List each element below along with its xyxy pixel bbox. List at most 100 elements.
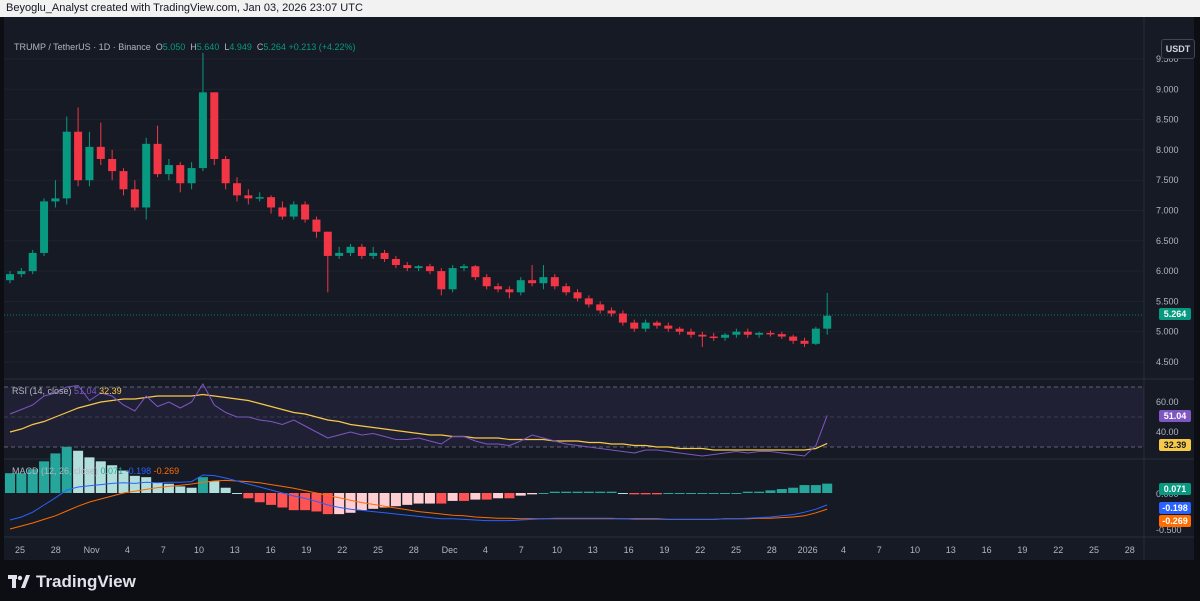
change-value: +0.213 (+4.22%) — [288, 42, 356, 52]
macd-hist-bar — [731, 493, 742, 494]
time-tick-label: Nov — [84, 545, 101, 555]
candle-body — [425, 266, 434, 272]
time-tick-label: 2026 — [798, 545, 818, 555]
candle-body — [777, 334, 786, 337]
candle-body — [823, 315, 832, 329]
price-tick-label: 8.000 — [1156, 145, 1179, 155]
price-grid — [4, 58, 1144, 363]
macd-hist-bar — [368, 493, 379, 509]
candle-body — [607, 310, 616, 314]
price-tick-label: 5.000 — [1156, 327, 1179, 337]
time-tick-label: 28 — [1125, 545, 1135, 555]
macd-legend[interactable]: MACD (12, 26, close) 0.071 -0.198 -0.269 — [12, 466, 179, 476]
chart-canvas[interactable]: 9.5009.0008.5008.0007.5007.0006.5006.000… — [4, 17, 1194, 560]
candle-body — [40, 201, 49, 253]
candle-body — [414, 266, 423, 269]
time-tick-label: 19 — [1017, 545, 1027, 555]
candle-body — [732, 331, 741, 335]
candle-body — [448, 268, 457, 290]
currency-button[interactable]: USDT — [1161, 39, 1195, 59]
symbol-legend[interactable]: TRUMP / TetherUS · 1D · Binance O5.050 H… — [14, 42, 356, 52]
tradingview-logo[interactable]: TradingView — [8, 572, 136, 592]
macd-hist-bar — [651, 493, 662, 495]
time-tick-label: 4 — [841, 545, 846, 555]
time-tick-label: 19 — [301, 545, 311, 555]
price-tick-label: 6.500 — [1156, 236, 1179, 246]
rsi-axis-60: 60.00 — [1156, 397, 1179, 407]
macd-histogram — [5, 446, 833, 515]
macd-hist-bar — [220, 487, 231, 493]
candle-body — [789, 336, 798, 341]
macd-hist-bar — [141, 477, 152, 493]
time-tick-label: 7 — [161, 545, 166, 555]
candle-body — [494, 286, 503, 290]
candle-body — [142, 143, 151, 208]
candle-body — [709, 336, 718, 339]
chart-area[interactable]: 9.500 9.000 8.500 8.000 7.500 7.000 6.500 6.000… — [4, 17, 1195, 560]
time-tick-label: 16 — [982, 545, 992, 555]
candle-body — [539, 277, 548, 284]
candle-body — [255, 197, 264, 199]
macd-hist-bar — [583, 491, 594, 493]
macd-hist-bar — [742, 491, 753, 493]
candle-body — [516, 280, 525, 293]
footer: TradingView — [0, 560, 1200, 601]
time-tick-label: 16 — [624, 545, 634, 555]
candle-body — [528, 280, 537, 284]
price-tick-label: 7.000 — [1156, 206, 1179, 216]
candle-body — [698, 334, 707, 337]
rsi-axis-40: 40.00 — [1156, 427, 1179, 437]
candle-body — [346, 246, 355, 253]
candle-body — [596, 304, 605, 311]
macd-hist-bar — [16, 473, 27, 493]
rsi-legend[interactable]: RSI (14, close) 51.04 32.39 — [12, 386, 122, 396]
macd-hist-bar — [663, 493, 674, 494]
candle-body — [198, 92, 207, 169]
candle-body — [687, 331, 695, 335]
share-caption-bar: Beyoglu_Analyst created with TradingView… — [0, 0, 1200, 17]
share-caption: Beyoglu_Analyst created with TradingView… — [6, 2, 363, 14]
candle-body — [221, 158, 230, 184]
macd-hist-bar — [300, 493, 311, 511]
macd-hist-tag: 0.071 — [1159, 483, 1191, 495]
signal-tag: -0.269 — [1159, 515, 1191, 527]
candle-body — [743, 331, 752, 335]
candle-body — [74, 131, 83, 181]
macd-hist-bar — [402, 493, 413, 505]
last-price-tag: 5.264 — [1159, 308, 1191, 320]
macd-hist-bar — [413, 493, 424, 504]
macd-hist-value: 0.071 — [100, 466, 124, 476]
macd-hist-bar — [561, 491, 572, 493]
candle-body — [289, 204, 298, 217]
candle-body — [153, 143, 162, 175]
macd-hist-bar — [617, 493, 628, 494]
candle-body — [210, 92, 219, 159]
candle-body — [471, 266, 480, 278]
time-tick-label: 22 — [695, 545, 705, 555]
macd-hist-bar — [606, 491, 617, 493]
candle-body — [233, 183, 241, 196]
macd-hist-bar — [822, 483, 833, 493]
macd-hist-bar — [527, 493, 538, 495]
macd-hist-bar — [197, 477, 208, 493]
candlestick-series — [6, 52, 832, 347]
low-value: 4.949 — [229, 42, 252, 52]
candle-body — [323, 231, 332, 256]
candle-body — [460, 266, 468, 269]
close-value: 5.264 — [263, 42, 286, 52]
candle-body — [17, 271, 26, 275]
rsi-ma-value: 32.39 — [99, 386, 122, 396]
macd-hist-bar — [538, 493, 549, 494]
macd-hist-bar — [515, 493, 526, 496]
macd-value: -0.198 — [125, 466, 152, 476]
candle-body — [119, 171, 128, 190]
candle-body — [403, 265, 412, 269]
time-tick-label: 19 — [659, 545, 669, 555]
price-tick-label: 6.000 — [1156, 266, 1179, 276]
time-tick-label: 28 — [409, 545, 419, 555]
time-tick-label: Dec — [442, 545, 459, 555]
candle-body — [675, 328, 684, 332]
candle-body — [335, 252, 344, 256]
candle-body — [369, 252, 378, 256]
candle-body — [437, 271, 446, 290]
